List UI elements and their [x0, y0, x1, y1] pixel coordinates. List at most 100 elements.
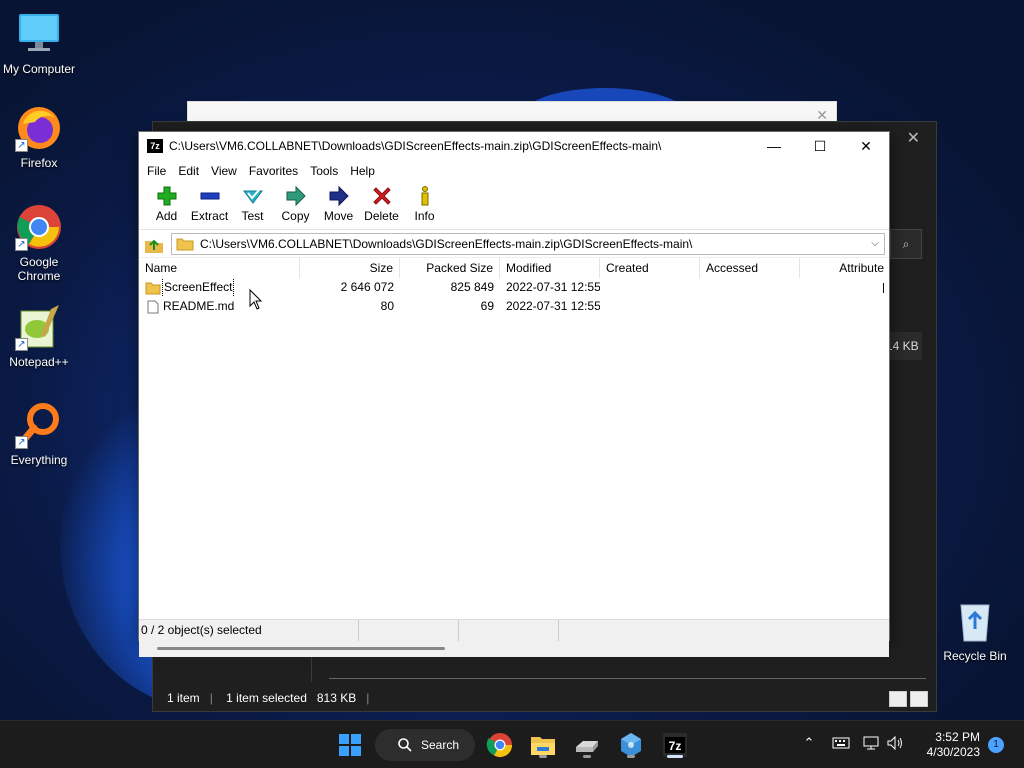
taskbar-drive[interactable] [571, 729, 603, 761]
menu-file[interactable]: File [141, 164, 172, 178]
desktop-icon-everything[interactable]: ↗ Everything [0, 401, 78, 467]
explorer-status-bar: 1 item | 1 item selected 813 KB | [167, 691, 370, 705]
delete-x-icon [372, 187, 391, 205]
row-accessed [700, 278, 800, 297]
delete-label: Delete [364, 209, 399, 223]
taskbar-file-explorer[interactable] [527, 729, 559, 761]
keyboard-icon[interactable] [832, 736, 850, 753]
row-name: README.md [163, 299, 235, 313]
status-segment-2 [359, 620, 459, 641]
menu-tools[interactable]: Tools [304, 164, 344, 178]
network-icon[interactable] [862, 735, 880, 754]
folder-icon [145, 282, 161, 294]
status-size: 813 KB [316, 691, 357, 705]
column-packed-size[interactable]: Packed Size [400, 258, 500, 278]
move-label: Move [323, 209, 354, 223]
row-name: ScreenEffect [161, 278, 235, 297]
title-bar[interactable]: 7z C:\Users\VM6.COLLABNET\Downloads\GDIS… [139, 132, 889, 160]
row-packed: 69 [480, 299, 494, 313]
clock-time: 3:52 PM [935, 730, 980, 744]
search-label: Search [421, 738, 460, 752]
view-toggle[interactable] [889, 691, 928, 707]
add-button[interactable]: Add [145, 182, 188, 223]
minimize-button[interactable]: — [751, 132, 797, 160]
details-view-icon[interactable] [889, 691, 907, 707]
close-button[interactable]: ✕ [843, 132, 889, 160]
move-button[interactable]: Move [317, 182, 360, 223]
menu-help[interactable]: Help [344, 164, 381, 178]
move-arrow-icon [329, 185, 349, 207]
test-label: Test [241, 209, 264, 223]
scroll-line [329, 678, 926, 679]
shortcut-arrow-icon: ↗ [15, 238, 28, 251]
notification-badge[interactable]: 1 [988, 737, 1004, 753]
taskbar-search[interactable]: Search [375, 729, 475, 761]
up-folder-button[interactable] [143, 233, 165, 255]
column-attribute[interactable]: Attribute [800, 258, 890, 278]
status-segment-4 [559, 620, 889, 641]
row-accessed [700, 297, 800, 316]
column-accessed[interactable]: Accessed [700, 258, 800, 278]
desktop-icon-label: Everything [10, 453, 68, 467]
desktop-icon-label: Google Chrome [17, 255, 61, 283]
desktop-icon-notepadpp[interactable]: ↗ Notepad++ [0, 303, 78, 369]
row-modified: 2022-07-31 12:55 [506, 280, 600, 294]
close-icon[interactable]: ✕ [907, 128, 920, 148]
shortcut-arrow-icon: ↗ [15, 139, 28, 152]
clock[interactable]: 3:52 PM 4/30/2023 [927, 730, 980, 760]
column-name[interactable]: Name [139, 258, 300, 278]
delete-button[interactable]: Delete [360, 182, 403, 223]
chrome-icon: ↗ [15, 203, 63, 251]
running-indicator [583, 755, 591, 758]
desktop-icon-firefox[interactable]: ↗ Firefox [0, 104, 78, 170]
start-button[interactable] [334, 729, 366, 761]
desktop-icon-recycle-bin[interactable]: Recycle Bin [936, 597, 1014, 663]
status-segment-3 [459, 620, 559, 641]
desktop-icon-label: Firefox [20, 156, 58, 170]
firefox-icon: ↗ [15, 104, 63, 152]
desktop-icon-my-computer[interactable]: My Computer [0, 10, 78, 76]
sevenzip-app-icon: 7z [147, 139, 163, 153]
sevenzip-window: 7z C:\Users\VM6.COLLABNET\Downloads\GDIS… [138, 131, 890, 657]
folder-icon [176, 238, 194, 250]
list-header: Name Size Packed Size Modified Created A… [139, 258, 889, 278]
notepadpp-icon: ↗ [15, 303, 63, 351]
desktop-icon-label: Recycle Bin [943, 649, 1007, 663]
status-item-count: 1 item [167, 691, 200, 705]
search-icon [398, 738, 412, 752]
window-title: C:\Users\VM6.COLLABNET\Downloads\GDIScre… [169, 139, 662, 153]
test-button[interactable]: Test [231, 182, 274, 223]
row-attribute [800, 278, 890, 297]
info-button[interactable]: Info [403, 182, 446, 223]
horizontal-scrollbar[interactable] [139, 640, 889, 657]
taskbar-chrome[interactable] [484, 729, 516, 761]
taskbar-app-cube[interactable] [615, 729, 647, 761]
scrollbar-thumb[interactable] [157, 647, 445, 650]
plus-icon [157, 186, 176, 206]
chevron-down-icon[interactable]: ⌵ [868, 234, 882, 254]
magnifier-icon: ↗ [15, 401, 63, 449]
menu-edit[interactable]: Edit [172, 164, 205, 178]
column-size[interactable]: Size [300, 258, 400, 278]
taskbar-sevenzip[interactable]: 7z [659, 729, 691, 761]
menu-view[interactable]: View [205, 164, 243, 178]
svg-text:7z: 7z [669, 739, 682, 753]
chevron-up-icon[interactable]: ⌃ [800, 735, 818, 753]
menu-bar: File Edit View Favorites Tools Help [139, 160, 889, 182]
maximize-button[interactable]: ☐ [797, 132, 843, 160]
extract-button[interactable]: Extract [188, 182, 231, 223]
row-size: 80 [380, 299, 394, 313]
status-selection: 0 / 2 object(s) selected [139, 620, 359, 641]
column-created[interactable]: Created [600, 258, 700, 278]
desktop-icon-chrome[interactable]: ↗ Google Chrome [0, 203, 78, 283]
row-attribute [800, 297, 890, 316]
column-modified[interactable]: Modified [500, 258, 600, 278]
address-input[interactable]: C:\Users\VM6.COLLABNET\Downloads\GDIScre… [171, 232, 885, 255]
search-icon[interactable]: ⌕ [890, 229, 922, 259]
copy-button[interactable]: Copy [274, 182, 317, 223]
info-label: Info [414, 209, 435, 223]
volume-icon[interactable] [886, 735, 904, 754]
row-packed: 825 849 [450, 280, 494, 294]
menu-favorites[interactable]: Favorites [243, 164, 304, 178]
tiles-view-icon[interactable] [910, 691, 928, 707]
